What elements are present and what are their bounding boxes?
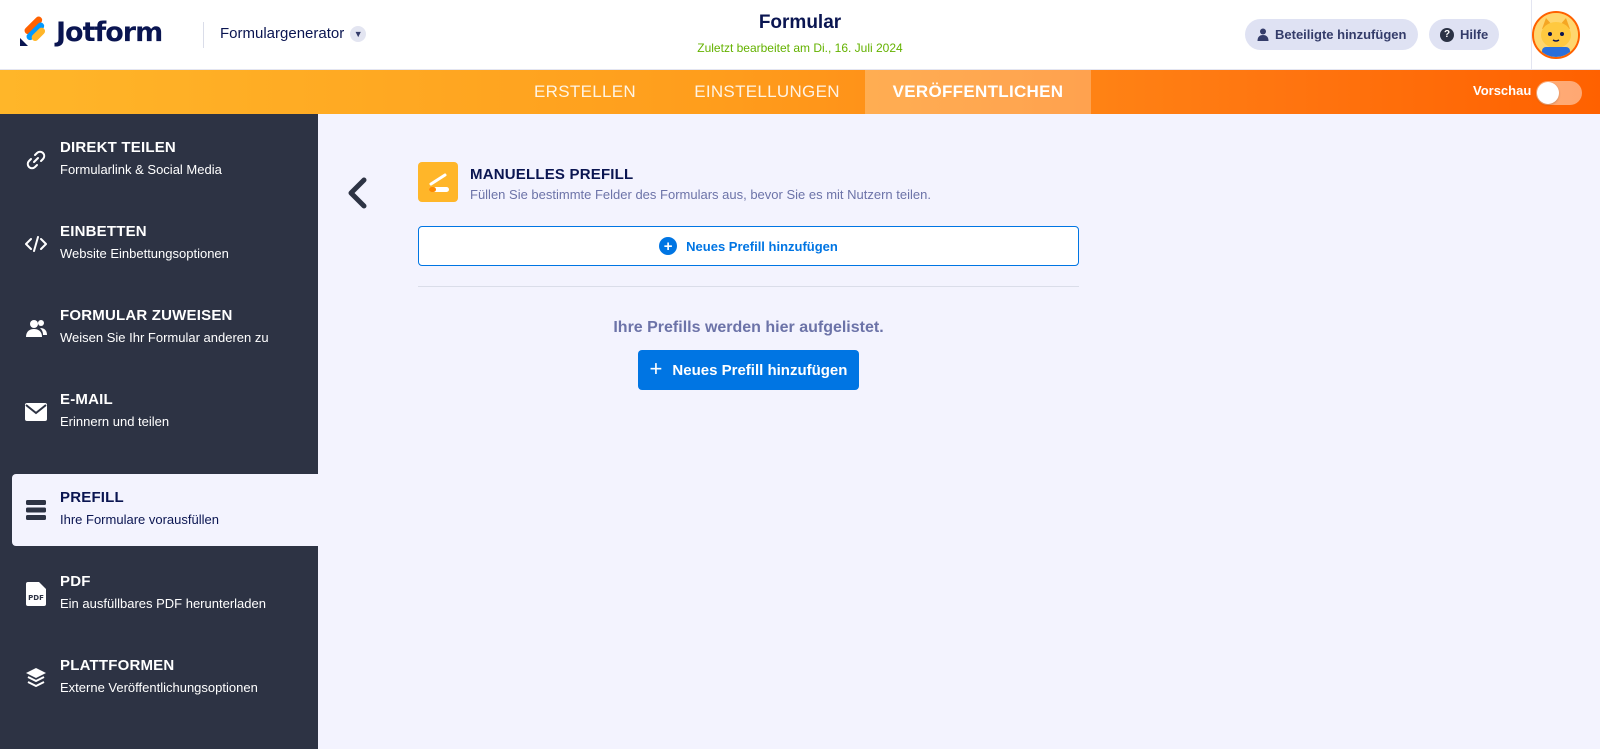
envelope-icon [24,400,48,424]
user-icon [1257,28,1269,41]
sidebar-item-desc: Weisen Sie Ihr Formular anderen zu [60,330,269,345]
section-divider [418,286,1079,287]
add-prefill-primary-button[interactable]: + Neues Prefill hinzufügen [638,350,859,390]
main-nav-bar: ERSTELLEN EINSTELLUNGEN VERÖFFENTLICHEN … [0,70,1600,114]
pdf-icon: PDF [24,582,48,606]
sidebar-item-desc: Website Einbettungsoptionen [60,246,229,261]
preview-toggle[interactable] [1536,81,1582,105]
tab-settings[interactable]: EINSTELLUNGEN [672,70,862,114]
sidebar-item-platforms[interactable]: PLATTFORMEN Externe Veröffentlichungsopt… [12,642,318,714]
users-icon [24,316,48,340]
help-icon: ? [1440,27,1454,42]
preview-label: Vorschau [1473,83,1532,98]
avatar-cat-icon [1534,13,1578,57]
jotform-logo-icon [20,16,46,46]
tab-create[interactable]: ERSTELLEN [520,70,650,114]
sidebar-item-pdf[interactable]: PDF PDF Ein ausfüllbares PDF herunterlad… [12,558,318,630]
svg-text:PDF: PDF [28,594,44,602]
sidebar-item-title: PLATTFORMEN [60,657,175,674]
sidebar-item-prefill[interactable]: PREFILL Ihre Formulare vorausfüllen [12,474,318,546]
add-participants-label: Beteiligte hinzufügen [1275,27,1407,42]
sidebar-item-desc: Externe Veröffentlichungsoptionen [60,680,258,695]
last-edited-text: Zuletzt bearbeitet am Di., 16. Juli 2024 [697,41,903,55]
link-icon [24,148,48,172]
prefill-icon [24,498,48,522]
toggle-knob [1537,82,1559,104]
back-button[interactable] [344,176,370,210]
sidebar-item-desc: Erinnern und teilen [60,414,170,429]
help-label: Hilfe [1460,27,1489,42]
logo-text: Jotform [56,16,163,48]
publish-sidebar: DIREKT TEILEN Formularlink & Social Medi… [0,114,318,749]
form-builder-label: Formulargenerator [220,25,345,42]
sidebar-item-email[interactable]: E-MAIL Erinnern und teilen [12,376,318,448]
form-builder-dropdown[interactable]: Formulargenerator ▼ [220,25,367,42]
page-title: Formular [758,12,842,33]
section-description: Füllen Sie bestimmte Felder des Formular… [470,187,931,202]
top-header: Jotform Formulargenerator ▼ Formular Zul… [0,0,1600,70]
sidebar-item-direct-share[interactable]: DIREKT TEILEN Formularlink & Social Medi… [12,124,318,196]
sidebar-item-assign-form[interactable]: FORMULAR ZUWEISEN Weisen Sie Ihr Formula… [12,292,318,364]
help-button[interactable]: ? Hilfe [1429,19,1500,50]
chevron-left-icon [348,177,367,209]
sidebar-item-title: PREFILL [60,489,124,506]
add-prefill-primary-label: Neues Prefill hinzufügen [672,361,848,379]
sidebar-item-title: E-MAIL [60,391,113,408]
section-title: MANUELLES PREFILL [470,166,634,183]
tab-publish[interactable]: VERÖFFENTLICHEN [865,70,1091,114]
empty-state-text: Ihre Prefills werden hier aufgelistet. [613,319,884,336]
form-title-block: Formular Zuletzt bearbeitet am Di., 16. … [600,12,1000,55]
sidebar-item-desc: Ein ausfüllbares PDF herunterladen [60,596,266,611]
plus-icon: + [649,356,663,381]
header-divider [203,22,204,48]
add-participants-button[interactable]: Beteiligte hinzufügen [1245,19,1419,50]
sidebar-item-title: DIREKT TEILEN [60,139,176,156]
sidebar-item-title: FORMULAR ZUWEISEN [60,307,233,324]
avatar[interactable] [1532,11,1580,59]
add-prefill-outline-label: Neues Prefill hinzufügen [686,238,838,254]
sidebar-item-desc: Ihre Formulare vorausfüllen [60,512,219,527]
sidebar-item-embed[interactable]: EINBETTEN Website Einbettungsoptionen [12,208,318,280]
manual-prefill-icon [418,162,458,202]
sidebar-item-title: EINBETTEN [60,223,147,240]
jotform-logo[interactable]: Jotform [18,16,163,48]
sidebar-item-title: PDF [60,573,91,590]
sidebar-item-desc: Formularlink & Social Media [60,162,222,177]
chevron-down-icon: ▼ [350,25,367,42]
plus-circle-icon: + [659,237,678,255]
add-prefill-outline-button[interactable]: + Neues Prefill hinzufügen [418,226,1079,266]
layers-icon [24,666,48,690]
code-icon [24,232,48,256]
